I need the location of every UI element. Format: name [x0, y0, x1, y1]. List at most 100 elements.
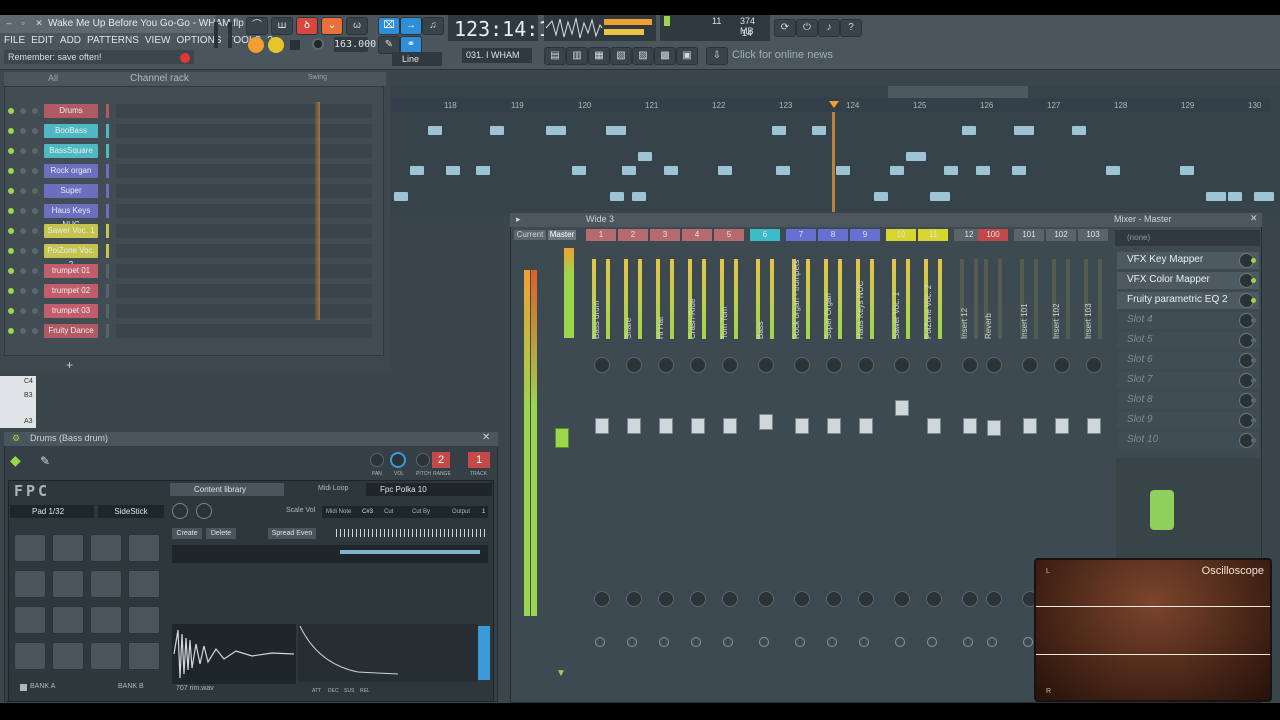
ruler-bar-label[interactable]: 119 [511, 101, 524, 110]
plugin-picker-icon[interactable]: ▨ [632, 47, 654, 65]
channel-mute-led[interactable] [8, 168, 14, 174]
master-volume-slider[interactable] [214, 22, 218, 48]
track-name[interactable]: Snare [624, 269, 638, 339]
channel-select-indicator[interactable] [106, 304, 109, 318]
channel-rack-icon[interactable]: ▦ [588, 47, 610, 65]
track-pan-knob[interactable] [826, 357, 842, 373]
channel-mute-led[interactable] [8, 208, 14, 214]
channel-pattern-preview[interactable] [116, 284, 372, 298]
bank-a-led[interactable] [20, 684, 27, 691]
channel-select-indicator[interactable] [106, 264, 109, 278]
pattern-clip[interactable] [944, 166, 958, 175]
help-icon[interactable]: ? [840, 19, 862, 37]
channel-pattern-preview[interactable] [116, 224, 372, 238]
tempo-display[interactable]: 163.000 [334, 37, 376, 52]
channel-select-indicator[interactable] [106, 184, 109, 198]
pattern-clip[interactable] [930, 192, 950, 201]
track-stereo-knob[interactable] [594, 591, 610, 607]
pan-knob[interactable] [370, 453, 384, 467]
track-number[interactable]: 2 [618, 229, 648, 241]
channel-select-indicator[interactable] [106, 284, 109, 298]
effect-enable-led[interactable] [1251, 278, 1256, 283]
pattern-clip[interactable] [836, 166, 850, 175]
track-pan-knob[interactable] [926, 357, 942, 373]
channel-name-button[interactable]: Rock organ [44, 164, 98, 178]
track-route-icon[interactable] [595, 637, 605, 647]
track-stereo-knob[interactable] [894, 591, 910, 607]
track-volume-fader[interactable] [1055, 418, 1069, 434]
ruler-bar-label[interactable]: 124 [846, 101, 859, 110]
channel-name-button[interactable]: Haus Keys NUC [44, 204, 98, 229]
effect-enable-led[interactable] [1251, 298, 1256, 303]
channel-volume-knob[interactable] [32, 108, 38, 114]
track-route-icon[interactable] [691, 637, 701, 647]
channel-volume-knob[interactable] [32, 228, 38, 234]
track-stereo-knob[interactable] [794, 591, 810, 607]
pattern-clip[interactable] [874, 192, 888, 201]
channel-pan-knob[interactable] [20, 308, 26, 314]
channel-name-button[interactable]: trumpet 02 [44, 284, 98, 298]
pattern-clip[interactable] [606, 126, 626, 135]
track-number[interactable]: 11 [918, 229, 948, 241]
mixer-track[interactable]: 2 Snare [618, 229, 648, 699]
bank-b-label[interactable]: BANK B [118, 683, 144, 690]
ruler-bar-label[interactable]: 120 [578, 101, 591, 110]
volume-knob[interactable] [390, 452, 406, 468]
channel-name-button[interactable]: Super [44, 184, 98, 198]
effect-slot[interactable]: VFX Color Mapper [1117, 272, 1259, 289]
track-number[interactable]: 6 [750, 229, 780, 241]
wrench-icon[interactable]: ✎ [40, 454, 56, 470]
menu-file[interactable]: FILE [4, 35, 25, 46]
channel-volume-knob[interactable] [32, 208, 38, 214]
ruler-bar-label[interactable]: 118 [444, 101, 457, 110]
track-pan-knob[interactable] [626, 357, 642, 373]
pattern-clip[interactable] [1180, 166, 1194, 175]
effect-enable-led[interactable] [1251, 398, 1256, 403]
pattern-clip[interactable] [394, 192, 408, 201]
piano-roll-icon[interactable]: ▥ [566, 47, 588, 65]
channel-pan-knob[interactable] [20, 108, 26, 114]
track-route-icon[interactable] [1023, 637, 1033, 647]
menu-patterns[interactable]: PATTERNS [87, 35, 139, 46]
track-volume-fader[interactable] [659, 418, 673, 434]
mixer-track[interactable]: 3 Hi Hat [650, 229, 680, 699]
track-number[interactable]: 100 [978, 229, 1008, 241]
track-pan-knob[interactable] [594, 357, 610, 373]
menu-add[interactable]: ADD [60, 35, 81, 46]
range-value[interactable]: 2 [432, 452, 450, 468]
pattern-clip[interactable] [1228, 192, 1242, 201]
drum-pad[interactable] [90, 642, 122, 670]
preset-selector[interactable]: Fpc Polka 10 [366, 483, 492, 496]
pitch-knob[interactable] [416, 453, 430, 467]
channel-select-indicator[interactable] [106, 144, 109, 158]
effect-slot[interactable]: VFX Key Mapper [1117, 252, 1259, 269]
channel-pan-knob[interactable] [20, 168, 26, 174]
track-stereo-knob[interactable] [722, 591, 738, 607]
mixer-close-icon[interactable]: ✕ [1250, 213, 1258, 224]
ruler-bar-label[interactable]: 125 [913, 101, 926, 110]
pattern-clip[interactable] [638, 152, 652, 161]
content-library-dropdown[interactable]: Content library [170, 483, 284, 496]
track-volume-fader[interactable] [723, 418, 737, 434]
track-stereo-knob[interactable] [858, 591, 874, 607]
mixer-input-selector[interactable]: (none) [1115, 230, 1260, 246]
pattern-clip[interactable] [890, 166, 904, 175]
drum-pad[interactable] [14, 642, 46, 670]
channel-volume-knob[interactable] [32, 308, 38, 314]
pattern-clip[interactable] [476, 166, 490, 175]
effect-enable-led[interactable] [1251, 318, 1256, 323]
track-volume-fader[interactable] [895, 400, 909, 416]
track-route-icon[interactable] [927, 637, 937, 647]
channel-pattern-preview[interactable] [116, 324, 372, 338]
track-route-icon[interactable] [895, 637, 905, 647]
track-number[interactable]: 1 [586, 229, 616, 241]
browser-icon[interactable]: ▩ [654, 47, 676, 65]
track-volume-fader[interactable] [627, 418, 641, 434]
track-name[interactable]: PoiZone Voc. 2 [924, 269, 938, 339]
drum-pad[interactable] [128, 534, 160, 562]
track-route-icon[interactable] [627, 637, 637, 647]
channel-pan-knob[interactable] [20, 148, 26, 154]
pad-parameters[interactable]: Midi Note C#3 Cut Cut By Output 1 [322, 506, 488, 518]
track-pan-knob[interactable] [986, 357, 1002, 373]
channel-mute-led[interactable] [8, 328, 14, 334]
